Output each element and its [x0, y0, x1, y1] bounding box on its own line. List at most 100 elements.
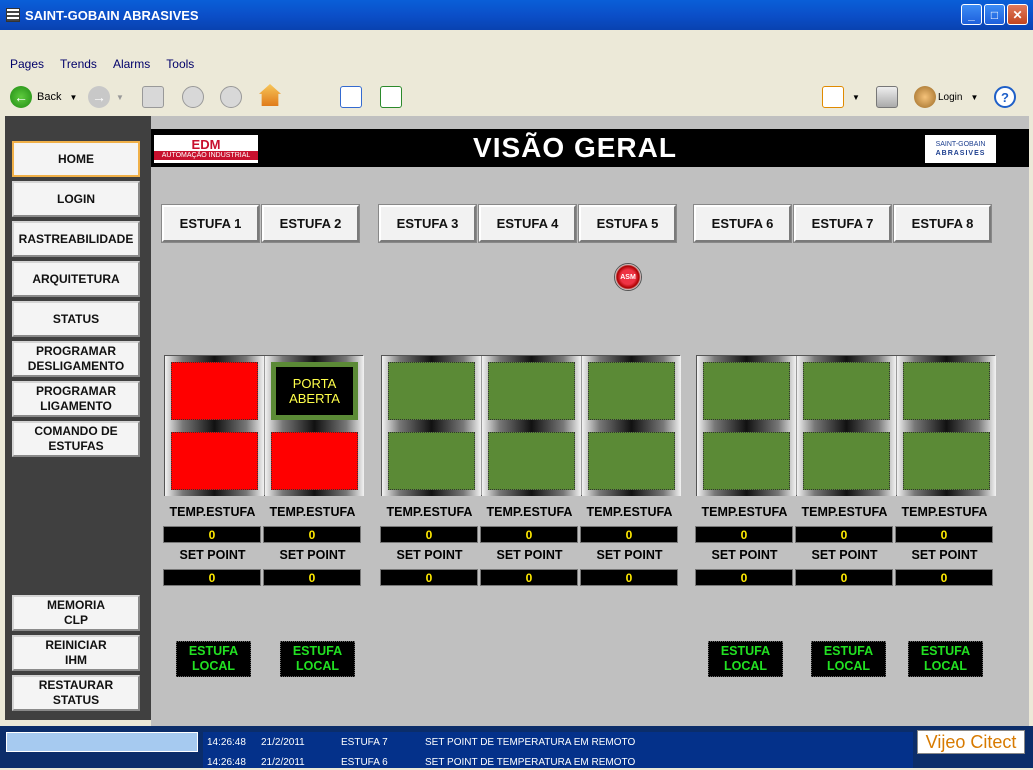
nav-login-button[interactable]: LOGIN	[12, 181, 140, 217]
alarm-list: 14:26:48 21/2/2011 ESTUFA 7 SET POINT DE…	[203, 732, 913, 768]
estufa-8-top-lamp	[903, 362, 990, 420]
estufa-2-top-cell: PORTA ABERTA	[265, 356, 364, 426]
minimize-button[interactable]: _	[961, 4, 982, 25]
estufa-4-top-cell	[482, 356, 581, 426]
alarm-time: 14:26:48	[207, 756, 246, 768]
estufa-6-top-lamp	[703, 362, 790, 420]
alarm-row[interactable]: 14:26:48 21/2/2011 ESTUFA 7 SET POINT DE…	[207, 734, 907, 750]
estufa-3-setpoint-value: 0	[380, 569, 478, 586]
estufa-5-temp-label: TEMP.ESTUFA	[586, 505, 673, 519]
estufa-2-setpoint-label: SET POINT	[279, 548, 346, 562]
trend-button[interactable]	[340, 86, 362, 108]
estufa-4-button[interactable]: ESTUFA 4	[478, 204, 577, 243]
estufa-2-top-lamp: PORTA ABERTA	[271, 362, 358, 420]
nav-programar-desligamento-button[interactable]: PROGRAMAR DESLIGAMENTO	[12, 341, 140, 377]
estufa-1-bottom-lamp	[171, 432, 258, 490]
estufa-3-top-lamp	[388, 362, 475, 420]
status-panel-group-3	[696, 355, 996, 496]
estufa-1-setpoint-value: 0	[163, 569, 261, 586]
estufa-1-button[interactable]: ESTUFA 1	[161, 204, 260, 243]
estufa-2-setpoint-value: 0	[263, 569, 361, 586]
nav-arquitetura-button[interactable]: ARQUITETURA	[12, 261, 140, 297]
estufa-1-top-lamp	[171, 362, 258, 420]
estufa-6-local-indicator: ESTUFA LOCAL	[708, 641, 783, 677]
back-dropdown-icon[interactable]: ▼	[69, 93, 77, 102]
toolbar: ← Back ▼ → ▼ ▼ Login ▼ ?	[0, 80, 1033, 114]
estufa-4-top-lamp	[488, 362, 575, 420]
page-previous-icon	[182, 86, 204, 108]
report-button[interactable]: ▼	[822, 86, 860, 108]
nav-comando-estufas-button[interactable]: COMANDO DE ESTUFAS	[12, 421, 140, 457]
command-input[interactable]	[6, 732, 198, 752]
home-button[interactable]	[259, 84, 281, 106]
close-button[interactable]: ✕	[1007, 4, 1028, 25]
estufa-5-button[interactable]: ESTUFA 5	[578, 204, 677, 243]
estufa-2-bottom-lamp	[271, 432, 358, 490]
estufa-4-temp-value: 0	[480, 526, 578, 543]
nav-home-button[interactable]: HOME	[12, 141, 140, 177]
back-button[interactable]: ← Back ▼	[10, 86, 77, 108]
forward-button[interactable]: → ▼	[88, 86, 124, 108]
estufa-6-button[interactable]: ESTUFA 6	[693, 204, 792, 243]
estufa-8-button[interactable]: ESTUFA 8	[893, 204, 992, 243]
help-icon: ?	[994, 86, 1016, 108]
estufa-5-setpoint-value: 0	[580, 569, 678, 586]
nav-rastreabilidade-button[interactable]: RASTREABILIDADE	[12, 221, 140, 257]
window-titlebar: SAINT-GOBAIN ABRASIVES _ □ ✕	[0, 0, 1033, 30]
forward-dropdown-icon[interactable]: ▼	[116, 93, 124, 102]
estufa-7-temp-value: 0	[795, 526, 893, 543]
nav-programar-ligamento-button[interactable]: PROGRAMAR LIGAMENTO	[12, 381, 140, 417]
help-button[interactable]: ?	[994, 86, 1016, 108]
estufa-6-top-cell	[697, 356, 796, 426]
users-icon	[914, 86, 936, 108]
estufa-4-bottom-cell	[482, 426, 581, 496]
estufa-1-top-cell	[165, 356, 264, 426]
estufa-3-bottom-lamp	[388, 432, 475, 490]
estufa-8-top-cell	[897, 356, 996, 426]
estufa-1-temp-value: 0	[163, 526, 261, 543]
print-button[interactable]	[876, 86, 898, 108]
nav-status-button[interactable]: STATUS	[12, 301, 140, 337]
estufa-7-button[interactable]: ESTUFA 7	[793, 204, 892, 243]
alarm-indicator-icon[interactable]: ASM	[614, 263, 642, 291]
app-icon	[6, 8, 20, 22]
alarm-source: ESTUFA 7	[341, 736, 388, 748]
page-title: VISÃO GERAL	[473, 132, 677, 163]
nav-memoria-clp-button[interactable]: MEMORIA CLP	[12, 595, 140, 631]
page-up-button[interactable]	[142, 86, 164, 108]
menu-trends[interactable]: Trends	[60, 57, 97, 71]
maximize-button[interactable]: □	[984, 4, 1005, 25]
alarm-time: 14:26:48	[207, 736, 246, 748]
page-next-button[interactable]	[220, 86, 242, 108]
menu-pages[interactable]: Pages	[10, 57, 44, 71]
estufa-6-temp-label: TEMP.ESTUFA	[701, 505, 788, 519]
estufa-8-local-indicator: ESTUFA LOCAL	[908, 641, 983, 677]
alarm-message: SET POINT DE TEMPERATURA EM REMOTO	[425, 756, 636, 768]
page-up-icon	[142, 86, 164, 108]
estufa-1-bottom-cell	[165, 426, 264, 496]
process-analyst-button[interactable]	[380, 86, 402, 108]
home-icon	[259, 84, 281, 106]
estufa-7-setpoint-value: 0	[795, 569, 893, 586]
report-dropdown-icon[interactable]: ▼	[852, 93, 860, 102]
estufa-7-bottom-cell	[797, 426, 896, 496]
left-navigation: HOME LOGIN RASTREABILIDADE ARQUITETURA S…	[5, 116, 151, 720]
alarm-date: 21/2/2011	[261, 756, 305, 768]
estufa-3-button[interactable]: ESTUFA 3	[378, 204, 477, 243]
estufa-7-setpoint-label: SET POINT	[811, 548, 878, 562]
menu-tools[interactable]: Tools	[166, 57, 194, 71]
login-dropdown-icon[interactable]: ▼	[970, 93, 978, 102]
estufa-2-button[interactable]: ESTUFA 2	[261, 204, 360, 243]
printer-icon	[876, 86, 898, 108]
status-panel-group-2	[381, 355, 681, 496]
login-button[interactable]: Login ▼	[914, 86, 978, 108]
menu-alarms[interactable]: Alarms	[113, 57, 150, 71]
forward-arrow-icon: →	[88, 86, 110, 108]
estufa-8-bottom-cell	[897, 426, 996, 496]
nav-restaurar-status-button[interactable]: RESTAURAR STATUS	[12, 675, 140, 711]
nav-reiniciar-ihm-button[interactable]: REINICIAR IHM	[12, 635, 140, 671]
vijeo-citect-logo: Vijeo Citect	[917, 730, 1025, 754]
estufa-6-bottom-lamp	[703, 432, 790, 490]
trend-icon	[340, 86, 362, 108]
page-previous-button[interactable]	[182, 86, 204, 108]
